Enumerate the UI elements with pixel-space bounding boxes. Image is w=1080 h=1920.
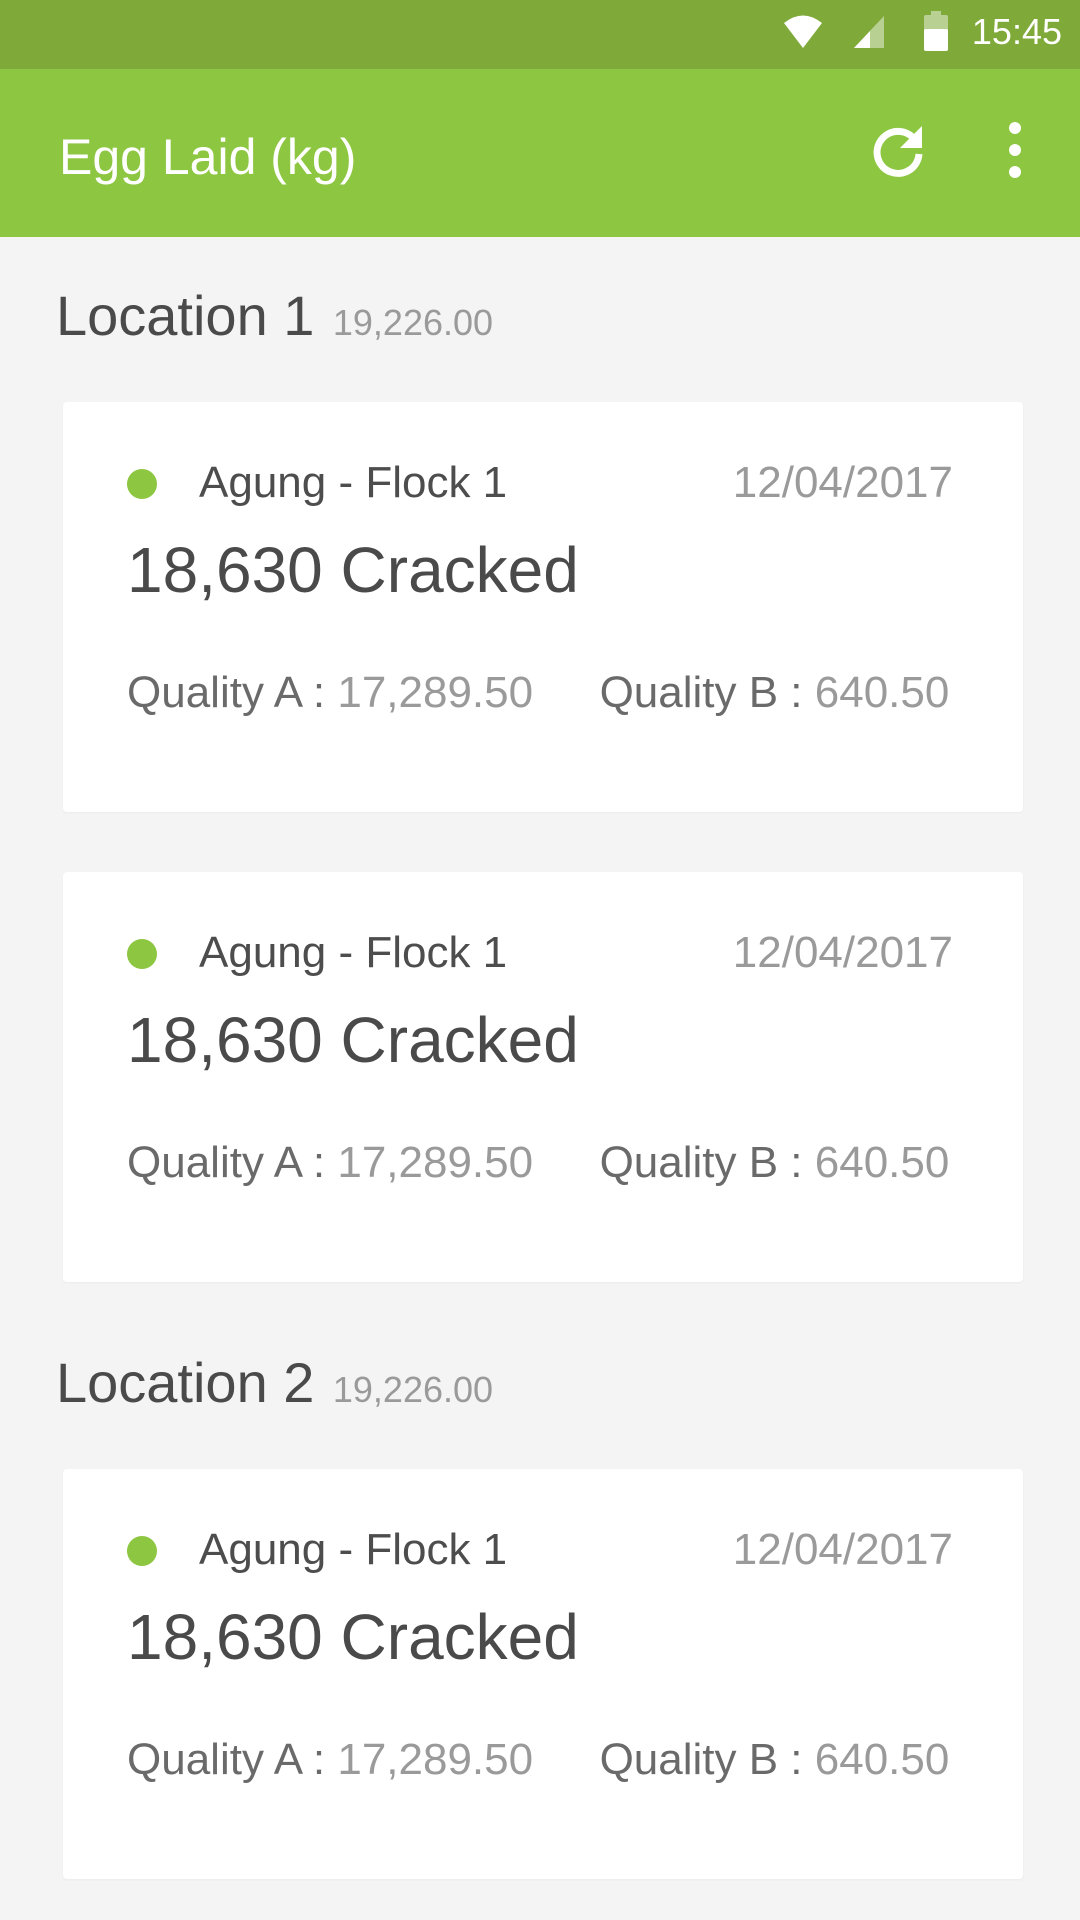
app-bar: Egg Laid (kg) <box>0 69 1080 237</box>
quality-row: Quality A : 17,289.50 Quality B : 640.50 <box>127 1733 949 1787</box>
egg-record-card[interactable]: Agung - Flock 1 12/04/2017 18,630 Cracke… <box>63 872 1023 1282</box>
section-header-location-2: Location 2 19,226.00 <box>56 1350 493 1420</box>
status-dot <box>127 939 157 969</box>
quality-row: Quality A : 17,289.50 Quality B : 640.50 <box>127 666 949 720</box>
record-date: 12/04/2017 <box>732 1525 953 1574</box>
cracked-amount: 18,630 Cracked <box>127 534 579 606</box>
battery-icon <box>924 11 948 51</box>
status-dot <box>127 1536 157 1566</box>
more-options-button[interactable] <box>994 120 1036 182</box>
status-time: 15:45 <box>971 11 1062 52</box>
more-vert-icon <box>1009 122 1021 178</box>
quality-a-value: 17,289.50 <box>337 1138 534 1187</box>
section-total: 19,226.00 <box>332 302 494 343</box>
quality-b-label: Quality B : <box>599 668 803 717</box>
record-date: 12/04/2017 <box>732 928 953 977</box>
wifi-icon <box>784 15 822 48</box>
quality-row: Quality A : 17,289.50 Quality B : 640.50 <box>127 1136 949 1190</box>
flock-name: Agung - Flock 1 <box>199 928 508 977</box>
quality-a-label: Quality A : <box>127 668 326 717</box>
page-title: Egg Laid (kg) <box>59 129 357 185</box>
quality-b-label: Quality B : <box>599 1735 803 1784</box>
cell-signal-icon <box>854 16 884 48</box>
flock-name: Agung - Flock 1 <box>199 1525 508 1574</box>
status-dot <box>127 469 157 499</box>
quality-a-value: 17,289.50 <box>337 668 534 717</box>
cracked-amount: 18,630 Cracked <box>127 1004 579 1076</box>
record-date: 12/04/2017 <box>732 458 953 507</box>
quality-b-value: 640.50 <box>814 668 950 717</box>
status-bar: 15:45 <box>0 0 1080 69</box>
quality-b-value: 640.50 <box>814 1735 950 1784</box>
section-total: 19,226.00 <box>332 1369 494 1410</box>
flock-name: Agung - Flock 1 <box>199 458 508 507</box>
egg-record-card[interactable]: Agung - Flock 1 12/04/2017 18,630 Cracke… <box>63 1469 1023 1879</box>
section-title: Location 1 <box>56 284 315 347</box>
quality-a-value: 17,289.50 <box>337 1735 534 1784</box>
quality-a-label: Quality A : <box>127 1138 326 1187</box>
refresh-icon <box>873 126 923 177</box>
refresh-button[interactable] <box>867 120 929 182</box>
quality-a-label: Quality A : <box>127 1735 326 1784</box>
egg-record-card[interactable]: Agung - Flock 1 12/04/2017 18,630 Cracke… <box>63 402 1023 812</box>
quality-b-value: 640.50 <box>814 1138 950 1187</box>
quality-b-label: Quality B : <box>599 1138 803 1187</box>
section-title: Location 2 <box>56 1351 315 1414</box>
cracked-amount: 18,630 Cracked <box>127 1601 579 1673</box>
section-header-location-1: Location 1 19,226.00 <box>56 283 493 353</box>
